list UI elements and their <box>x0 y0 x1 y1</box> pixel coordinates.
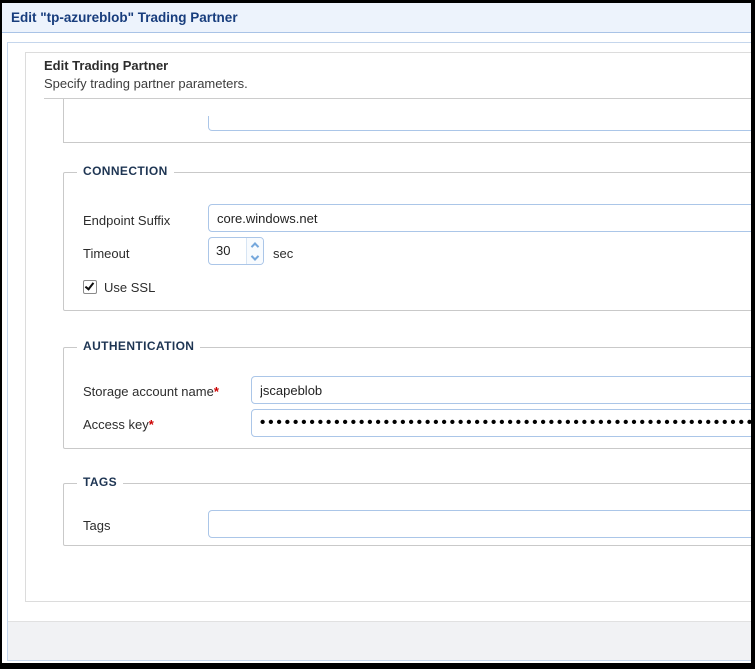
required-asterisk: * <box>149 417 154 432</box>
connection-fieldset: CONNECTION Endpoint Suffix Timeout 30 <box>63 172 751 311</box>
authentication-legend: AUTHENTICATION <box>77 339 200 353</box>
timeout-stepper-up-button[interactable] <box>247 238 263 251</box>
timeout-value[interactable]: 30 <box>209 238 246 264</box>
access-key-input[interactable]: ••••••••••••••••••••••••••••••••••••••••… <box>251 409 751 437</box>
use-ssl-label: Use SSL <box>104 280 155 295</box>
checkmark-icon <box>85 280 94 290</box>
form-subheading: Specify trading partner parameters. <box>44 76 248 91</box>
app-window: Edit "tp-azureblob" Trading Partner Edit… <box>2 3 751 663</box>
timeout-unit-label: sec <box>273 246 293 261</box>
storage-account-name-label: Storage account name* <box>83 384 219 399</box>
edit-form-panel: Edit Trading Partner Specify trading par… <box>25 52 751 602</box>
scrolled-field-input[interactable] <box>208 116 751 131</box>
chevron-up-icon <box>251 242 259 250</box>
connection-legend: CONNECTION <box>77 164 174 178</box>
dialog-titlebar: Edit "tp-azureblob" Trading Partner <box>2 3 751 33</box>
dialog-footer-bar <box>8 621 751 660</box>
tags-legend: TAGS <box>77 475 123 489</box>
timeout-stepper <box>246 238 263 264</box>
authentication-fieldset: AUTHENTICATION Storage account name* Acc… <box>63 347 751 449</box>
timeout-label: Timeout <box>83 246 129 261</box>
tags-input[interactable] <box>208 510 751 538</box>
dialog-body: Edit Trading Partner Specify trading par… <box>8 43 751 621</box>
access-key-label: Access key* <box>83 417 154 432</box>
tags-label: Tags <box>83 518 110 533</box>
form-scroll-area[interactable]: CONNECTION Endpoint Suffix Timeout 30 <box>26 99 751 601</box>
edit-trading-partner-dialog: Edit Trading Partner Specify trading par… <box>7 42 751 661</box>
tags-fieldset: TAGS Tags <box>63 483 751 546</box>
timeout-stepper-down-button[interactable] <box>247 251 263 264</box>
screenshot-frame: Edit "tp-azureblob" Trading Partner Edit… <box>0 0 755 669</box>
endpoint-suffix-input[interactable] <box>208 204 751 232</box>
timeout-input[interactable]: 30 <box>208 237 264 265</box>
required-asterisk: * <box>214 384 219 399</box>
form-heading: Edit Trading Partner <box>44 58 168 73</box>
chevron-down-icon <box>251 252 259 260</box>
storage-account-name-input[interactable] <box>251 376 751 404</box>
use-ssl-checkbox[interactable] <box>83 280 97 294</box>
dialog-title: Edit "tp-azureblob" Trading Partner <box>11 10 238 25</box>
endpoint-suffix-label: Endpoint Suffix <box>83 213 170 228</box>
